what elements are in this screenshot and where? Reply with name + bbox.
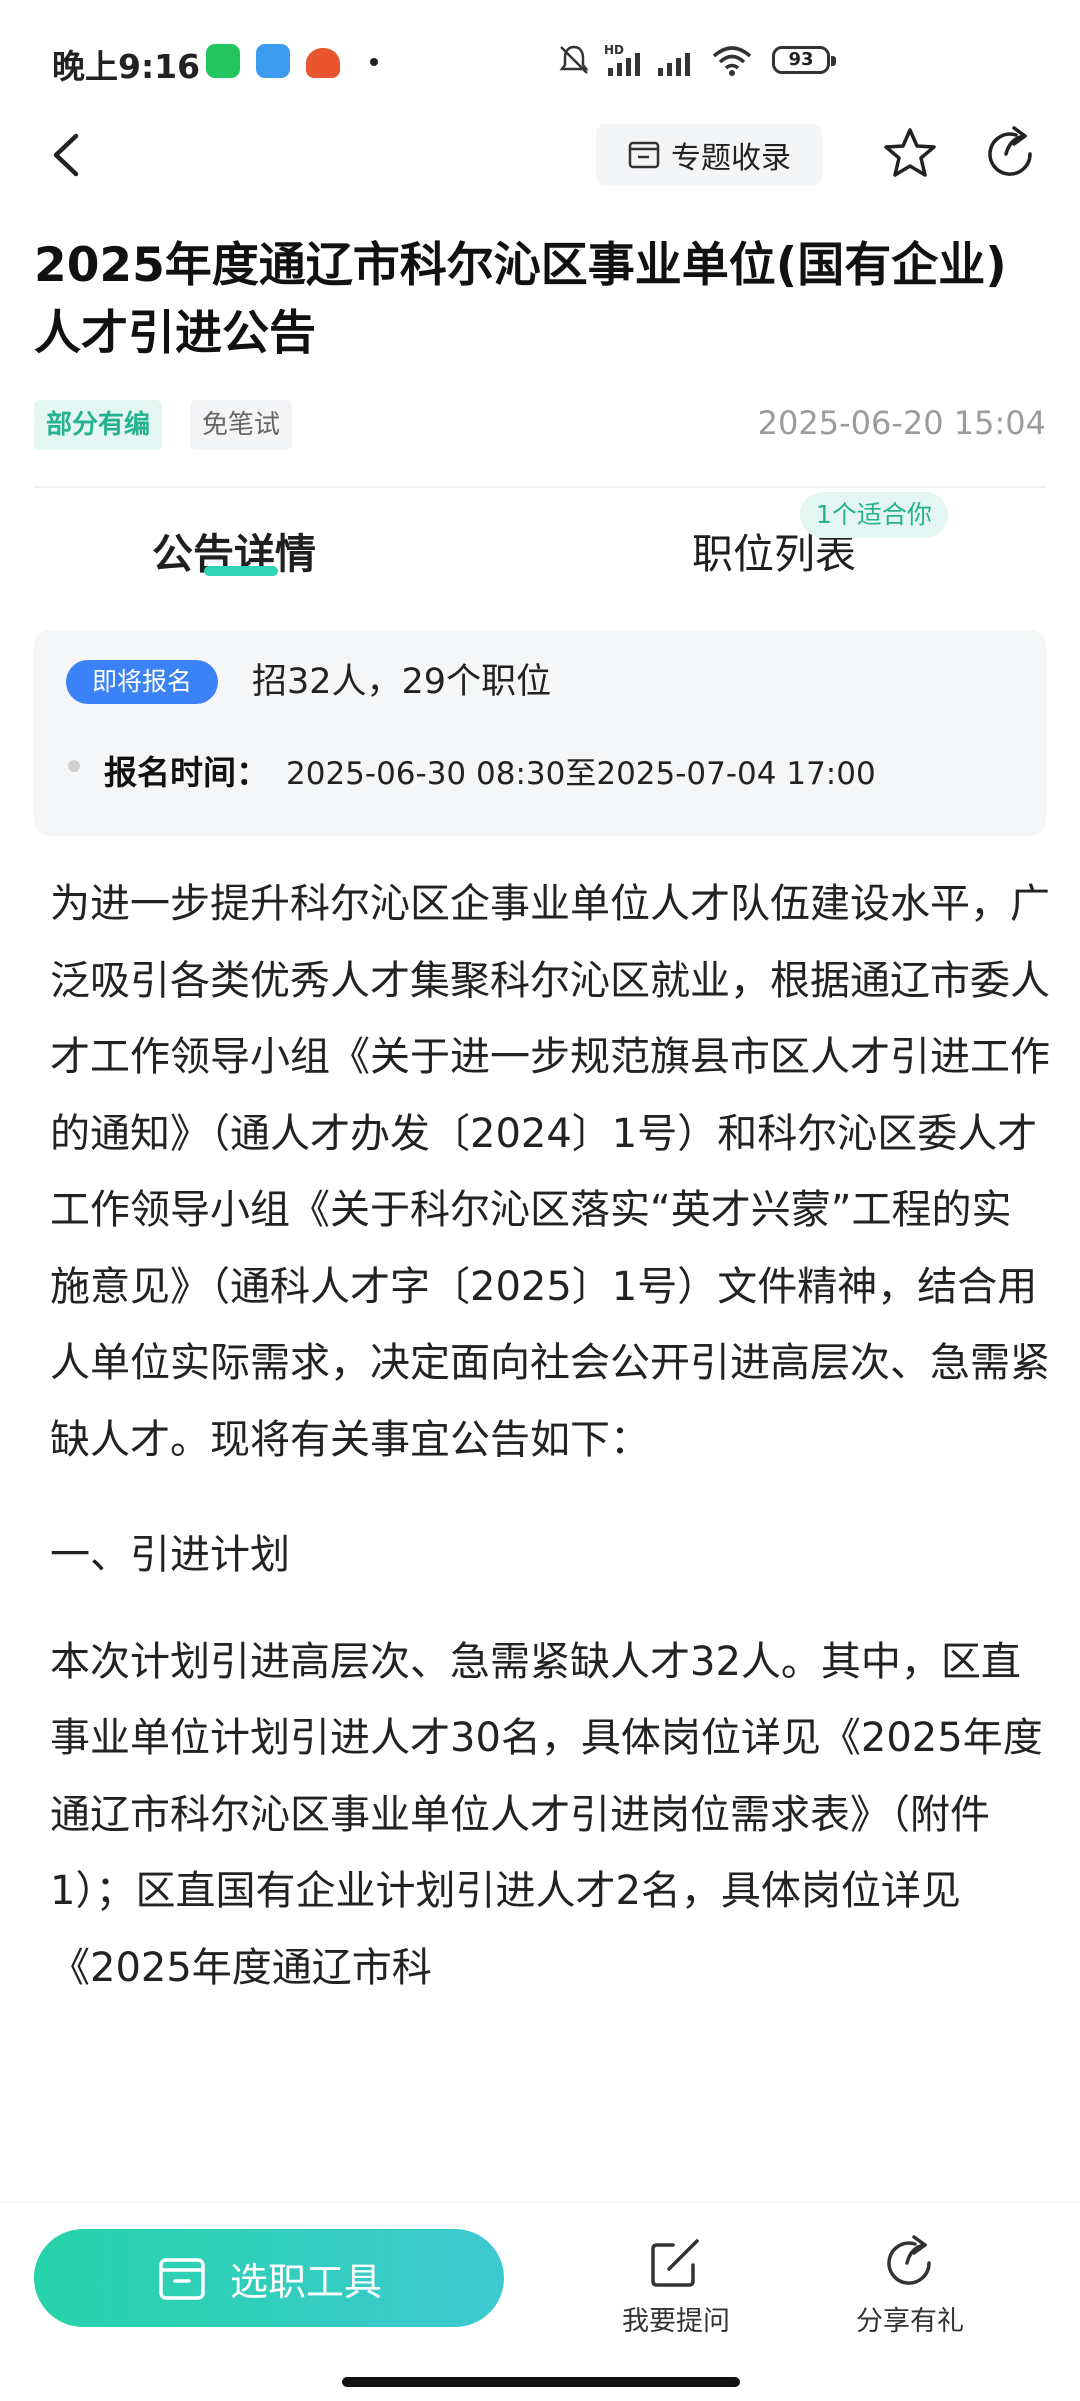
publish-date: 2025-06-20 15:04 <box>757 404 1046 442</box>
registration-time-value: 2025-06-30 08:30至2025-07-04 17:00 <box>286 756 876 792</box>
folder-icon <box>628 141 660 169</box>
active-tab-indicator <box>204 566 278 576</box>
status-badge: 即将报名 <box>66 660 219 704</box>
registration-time-label: 报名时间： <box>104 753 269 792</box>
content-paragraph: 本次计划引进高层次、急需紧缺人才32人。其中，区直事业单位计划引进人才30名，具… <box>50 1638 1043 1991</box>
signal-icon <box>658 53 690 76</box>
ask-question-button[interactable]: 我要提问 <box>596 2233 756 2338</box>
announcement-content: 为进一步提升科尔沁区企事业单位人才队伍建设水平，广泛吸引各类优秀人才集聚科尔沁区… <box>50 866 1050 2006</box>
fit-count-badge: 1个适合你 <box>800 492 948 538</box>
share-gift-icon <box>887 2235 931 2285</box>
home-indicator <box>342 2377 740 2387</box>
share-icon[interactable] <box>980 124 1040 184</box>
svg-text:HD: HD <box>604 43 624 57</box>
page-title: 2025年度通辽市科尔沁区事业单位(国有企业)人才引进公告 <box>34 238 1007 361</box>
recruit-summary: 招32人，29个职位 <box>252 662 552 702</box>
share-gift-label: 分享有礼 <box>856 2306 964 2337</box>
job-selection-tool-label: 选职工具 <box>229 2259 382 2304</box>
topic-collect-button[interactable]: 专题收录 <box>596 124 822 186</box>
box-icon <box>159 2258 205 2300</box>
share-gift-button[interactable]: 分享有礼 <box>830 2233 990 2338</box>
signal-hd-icon: HD <box>604 43 640 76</box>
recruitment-info-card: 即将报名 招32人，29个职位 报名时间： 2025-06-30 08:30至2… <box>34 630 1046 836</box>
status-time: 晚上9:16 <box>52 47 201 86</box>
ask-question-label: 我要提问 <box>622 2306 730 2337</box>
bottom-action-bar: 选职工具 我要提问 分享有礼 <box>0 2202 1080 2401</box>
edit-icon <box>651 2239 699 2287</box>
star-favorite-icon[interactable] <box>880 124 940 184</box>
wechat-notification-icon <box>206 44 240 78</box>
content-paragraph: 为进一步提升科尔沁区企事业单位人才队伍建设水平，广泛吸引各类优秀人才集聚科尔沁区… <box>50 881 1050 1463</box>
more-notifications-dot <box>370 58 378 66</box>
wifi-icon <box>712 46 752 76</box>
back-arrow-icon[interactable] <box>42 130 92 180</box>
divider <box>34 486 1046 488</box>
bullet-dot <box>68 760 80 772</box>
status-bar: 晚上9:16 HD 93 <box>0 0 1080 120</box>
tag-partial-staffing: 部分有编 <box>34 400 163 450</box>
battery-indicator: 93 <box>772 46 836 74</box>
mute-icon <box>559 45 589 74</box>
robot-notification-icon <box>306 48 340 78</box>
job-selection-tool-button[interactable]: 选职工具 <box>34 2229 504 2327</box>
topic-collect-label: 专题收录 <box>671 141 791 176</box>
tag-no-written-exam: 免笔试 <box>190 400 293 450</box>
section-heading: 一、引进计划 <box>50 1532 290 1578</box>
cloud-notification-icon <box>256 44 290 78</box>
